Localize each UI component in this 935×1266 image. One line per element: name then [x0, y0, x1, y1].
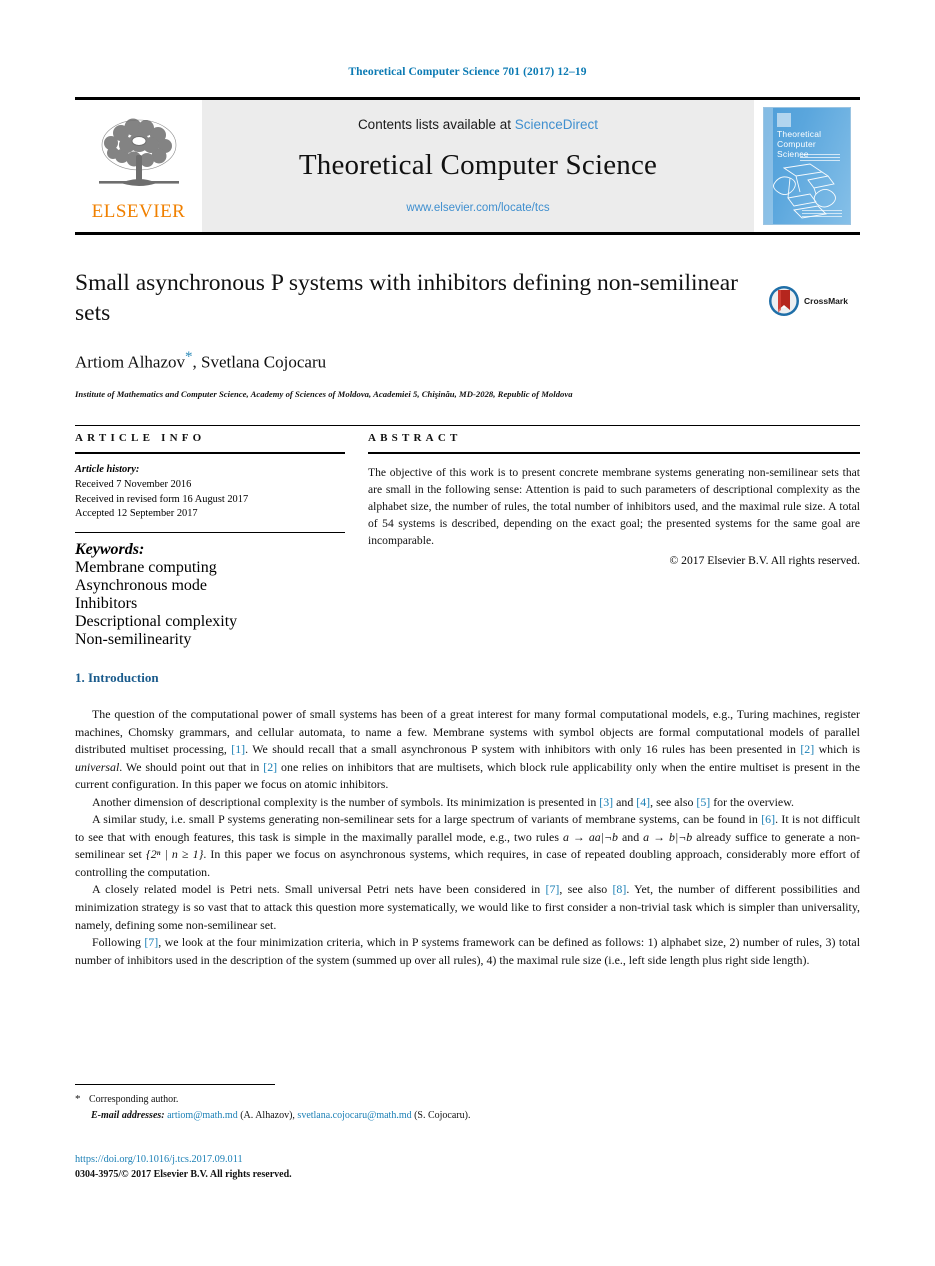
paragraph-text: and [613, 794, 637, 809]
author-2: , Svetlana Cojocaru [192, 352, 327, 372]
paragraph-text: . We should point out that in [119, 759, 264, 774]
contents-prefix: Contents lists available at [357, 116, 515, 132]
citation-reference[interactable]: [1] [231, 742, 245, 756]
citation-reference[interactable]: [2] [800, 742, 814, 756]
crossmark-badge[interactable]: CrossMark [768, 285, 848, 317]
paragraph-text: Another dimension of descriptional compl… [92, 794, 600, 809]
article-info-column: ARTICLE INFO Article history: Received 7… [75, 432, 345, 649]
info-abstract-section: ARTICLE INFO Article history: Received 7… [75, 432, 860, 649]
paragraph-text: A closely related model is Petri nets. S… [92, 882, 546, 897]
elsevier-logo: ELSEVIER [75, 100, 202, 232]
paragraph-text: for the overview. [710, 794, 795, 809]
keyword-item: Inhibitors [75, 595, 138, 613]
inline-math: a → aa|¬b [562, 829, 618, 844]
crossmark-label: CrossMark [804, 296, 848, 306]
history-item: Received 7 November 2016 [75, 478, 192, 490]
footnote-divider [75, 1084, 275, 1085]
email-label: E-mail addresses: [91, 1109, 165, 1121]
article-history-block: Article history: Received 7 November 201… [75, 454, 345, 522]
body-text: The question of the computational power … [75, 706, 860, 969]
abstract-column: ABSTRACT The objective of this work is t… [368, 432, 860, 649]
paragraph-text: and [617, 829, 644, 844]
keywords-block: Keywords: Membrane computing Asynchronou… [75, 532, 345, 649]
paragraph-text: Following [92, 935, 145, 950]
paragraph-text: , see also [559, 882, 613, 897]
sciencedirect-link[interactable]: ScienceDirect [515, 117, 598, 132]
affiliation: Institute of Mathematics and Computer Sc… [75, 388, 573, 399]
history-item: Accepted 12 September 2017 [75, 508, 198, 520]
title-block: Small asynchronous P systems with inhibi… [75, 268, 755, 399]
email-owner-2: (S. Cojocaru). [414, 1109, 471, 1121]
inline-math: {2ⁿ | n ≥ 1} [145, 847, 204, 862]
body-paragraph: Following [7], we look at the four minim… [75, 934, 860, 969]
history-item: Received in revised form 16 August 2017 [75, 493, 249, 505]
crossmark-icon [769, 286, 799, 316]
body-paragraph: A similar study, i.e. small P systems ge… [75, 811, 860, 881]
doi-link[interactable]: https://doi.org/10.1016/j.tcs.2017.09.01… [75, 1152, 292, 1167]
doi-block: https://doi.org/10.1016/j.tcs.2017.09.01… [75, 1152, 292, 1182]
keyword-item: Asynchronous mode [75, 577, 207, 595]
paragraph-text: which is [814, 742, 860, 757]
section-number: 1. [75, 670, 85, 685]
emphasis-text: universal [75, 759, 120, 774]
abstract-copyright: © 2017 Elsevier B.V. All rights reserved… [669, 554, 860, 568]
footnote-star: * [75, 1093, 81, 1105]
email-owner-1: (A. Alhazov) [240, 1109, 293, 1121]
citation-reference[interactable]: [2] [263, 760, 277, 774]
email-addresses-note: E-mail addresses: artiom@math.md (A. Alh… [91, 1109, 471, 1121]
citation-reference[interactable]: [4] [636, 795, 650, 809]
paragraph-text: , we look at the four minimization crite… [75, 935, 860, 967]
author-1: Artiom Alhazov [75, 352, 186, 372]
corresponding-author-note: * Corresponding author. [75, 1091, 775, 1108]
citation-reference[interactable]: [8] [612, 882, 626, 896]
journal-homepage-link[interactable]: www.elsevier.com/locate/tcs [406, 202, 549, 214]
journal-masthead: ELSEVIER Contents lists available at Sci… [75, 97, 860, 235]
corresponding-author-marker[interactable]: * [185, 349, 193, 365]
keyword-item: Membrane computing [75, 559, 217, 577]
section-heading-introduction: 1. Introduction [75, 670, 159, 686]
paragraph-text: . We should recall that a small asynchro… [245, 742, 801, 757]
journal-title: Theoretical Computer Science [298, 148, 658, 181]
citation-reference[interactable]: [3] [599, 795, 613, 809]
citation-reference[interactable]: [7] [144, 935, 158, 949]
body-paragraph: Another dimension of descriptional compl… [75, 794, 860, 812]
elsevier-tree-icon [98, 118, 179, 186]
abstract-text: The objective of this work is to present… [368, 466, 860, 548]
author-list: Artiom Alhazov*, Svetlana Cojocaru [75, 349, 755, 373]
page-title: Small asynchronous P systems with inhibi… [75, 270, 738, 327]
cover-publisher-mark [777, 113, 791, 127]
citation-reference[interactable]: [7] [546, 882, 560, 896]
journal-cover-thumbnail: Theoretical Computer Science [754, 100, 860, 232]
paragraph-text: , see also [650, 794, 697, 809]
body-paragraph: The question of the computational power … [75, 706, 860, 794]
inline-math: a → b|¬b [643, 829, 693, 844]
body-paragraph: A closely related model is Petri nets. S… [75, 881, 860, 934]
history-label: Article history: [75, 464, 140, 475]
divider-above-info [75, 425, 860, 426]
paragraph-text: A similar study, i.e. small P systems ge… [92, 812, 762, 827]
paper-page: Theoretical Computer Science 701 (2017) … [0, 0, 935, 1266]
keyword-item: Non-semilinearity [75, 631, 192, 649]
keyword-item: Descriptional complexity [75, 613, 238, 631]
issn-copyright-line: 0304-3975/© 2017 Elsevier B.V. All right… [75, 1169, 292, 1181]
abstract-heading: ABSTRACT [368, 432, 462, 444]
article-info-heading: ARTICLE INFO [75, 432, 206, 444]
section-label: Introduction [88, 670, 159, 685]
citation-reference[interactable]: [5] [696, 795, 710, 809]
email-link-2[interactable]: svetlana.cojocaru@math.md [297, 1110, 411, 1121]
masthead-center: Contents lists available at ScienceDirec… [202, 100, 754, 232]
corresponding-author-text: Corresponding author. [89, 1094, 179, 1105]
keywords-label: Keywords: [75, 541, 145, 559]
elsevier-wordmark: ELSEVIER [91, 201, 186, 222]
running-head: Theoretical Computer Science 701 (2017) … [348, 66, 587, 78]
citation-reference[interactable]: [6] [761, 812, 775, 826]
contents-available-line: Contents lists available at ScienceDirec… [358, 117, 598, 132]
footnote-block: * Corresponding author. E-mail addresses… [75, 1091, 775, 1123]
email-link-1[interactable]: artiom@math.md [167, 1110, 238, 1121]
